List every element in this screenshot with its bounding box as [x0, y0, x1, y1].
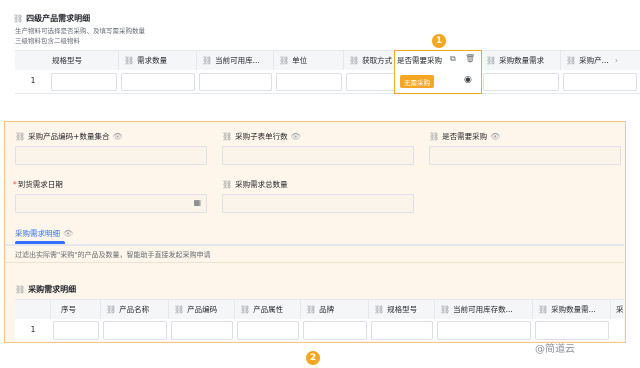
col-header-purchase-qty: ⛓ 采购数量需...: [533, 300, 611, 319]
total-qty-input[interactable]: [222, 194, 414, 213]
field-label-total-qty: ⛓ 采购需求总数量: [222, 180, 288, 189]
link-icon: ⛓: [222, 132, 233, 141]
col-header-product-name: ⛓ 产品名称: [101, 300, 169, 319]
col-header-stock: ⛓ 当前可用库...: [197, 51, 274, 70]
link-icon: ⛓: [106, 305, 117, 314]
cell-purchase-product[interactable]: [563, 73, 637, 91]
chevron-right-icon[interactable]: ›: [615, 56, 618, 65]
subtable-header-row: 序号 ⛓ 产品名称 ⛓ 产品编码 ⛓ 产品属性 ⛓ 品牌 ⛓ 规格型号 ⛓ 当前可用库存数.…: [15, 300, 624, 319]
link-icon: ⛓: [240, 305, 251, 314]
col-header-product-code: ⛓ 产品编码: [169, 300, 235, 319]
col-header-brand: ⛓ 品牌: [301, 300, 369, 319]
index-header: [15, 51, 51, 70]
col-header-cut: 采: [616, 305, 624, 314]
subtable-header: ⛓ 采购需求明细: [15, 284, 76, 295]
cell-brand[interactable]: [303, 321, 367, 340]
cell-unit[interactable]: [276, 73, 342, 91]
field-label-subtable-rows: ⛓ 采购子表单行数 👁: [222, 132, 301, 141]
link-icon: ⛓: [222, 180, 233, 189]
field-label-arrival-date: * 到货需求日期: [13, 180, 63, 189]
product-table: 规格型号 ⛓需求数量 ⛓当前可用库... ⛓单位 ⛓获取方式 是否需要采购 ⛓采…: [15, 50, 640, 94]
copy-icon[interactable]: ⧉: [450, 54, 456, 64]
link-icon: ⛓: [349, 56, 360, 65]
field-label-need-purchase: ⛓ 是否需要采购 👁: [429, 132, 501, 141]
no-purchase-tag[interactable]: 无需采购: [400, 75, 434, 88]
tab-purchase-detail[interactable]: 采购需求明细 👁: [15, 228, 73, 239]
col-header-spec: ⛓ 规格型号: [369, 300, 435, 319]
table-row: 1: [15, 70, 640, 95]
link-icon: ⛓: [279, 56, 290, 65]
eye-icon[interactable]: 👁: [291, 132, 301, 141]
section-title: 四级产品需求明细: [26, 14, 91, 23]
link-icon: ⛓: [538, 305, 549, 314]
cell-purchase-qty[interactable]: [483, 73, 559, 91]
link-icon: ⛓: [486, 56, 497, 65]
section-header: ⛓ 四级产品需求明细: [13, 13, 90, 24]
hint-line-1: 生产物料可选择是否采购、及填写需采购数量: [15, 27, 145, 35]
link-icon: ⛓: [15, 285, 26, 294]
cell-product-code[interactable]: [171, 321, 233, 340]
cell-purchase-qty[interactable]: [535, 321, 609, 340]
purchase-subtable: 序号 ⛓ 产品名称 ⛓ 产品编码 ⛓ 产品属性 ⛓ 品牌 ⛓ 规格型号 ⛓ 当前可用库存数.…: [15, 299, 624, 341]
row-index: 1: [30, 325, 36, 334]
link-icon: ⛓: [202, 56, 213, 65]
col-header-spec: 规格型号: [49, 51, 119, 70]
link-icon: ⛓: [440, 305, 451, 314]
required-mark: *: [13, 180, 17, 189]
table-header: 规格型号 ⛓需求数量 ⛓当前可用库... ⛓单位 ⛓获取方式 是否需要采购 ⛓采…: [15, 51, 640, 70]
form-area: ⛓ 采购产品编码+数量集合 👁 ⛓ 采购子表单行数 👁 ⛓ 是否需要采购 👁 * 到货需求日期…: [4, 121, 626, 343]
index-header: [15, 300, 51, 319]
cell-spec[interactable]: [371, 321, 433, 340]
description-text: 过滤出实际需"采购"的产品及数量，智能助手直接发起采购申请: [15, 251, 211, 259]
hint-line-2: 三级物料包含二级物料: [15, 37, 80, 45]
eye-icon[interactable]: 👁: [63, 229, 73, 238]
link-icon: ⛓: [306, 305, 317, 314]
link-icon: ⛓: [374, 305, 385, 314]
cell-product-attr[interactable]: [237, 321, 299, 340]
row-index: 1: [30, 76, 36, 85]
tab-divider: [5, 244, 624, 246]
top-section: ⛓ 四级产品需求明细 生产物料可选择是否采购、及填写需采购数量 三级物料包含二级…: [0, 0, 640, 100]
link-icon: ⛓: [174, 305, 185, 314]
cell-stock[interactable]: [199, 73, 272, 91]
link-icon: ⛓: [13, 14, 24, 23]
watermark: @简道云: [535, 344, 575, 355]
col-header-unit: ⛓ 单位: [274, 51, 344, 70]
delete-icon[interactable]: 🗑: [465, 54, 475, 63]
arrival-date-input[interactable]: ▦: [15, 194, 207, 213]
col-header-current-stock: ⛓ 当前可用库存数...: [435, 300, 533, 319]
col-header-seq: 序号: [51, 300, 101, 319]
radio-selected-icon[interactable]: ◉: [464, 75, 472, 85]
eye-icon[interactable]: 👁: [490, 132, 500, 141]
cell-spec[interactable]: [51, 73, 117, 91]
cell-demand-qty[interactable]: [121, 73, 195, 91]
link-icon: ⛓: [429, 132, 440, 141]
eye-icon[interactable]: 👁: [112, 132, 122, 141]
link-icon: ⛓: [566, 56, 577, 65]
link-icon: ⛓: [124, 56, 135, 65]
subtable-rows-input[interactable]: [222, 146, 414, 165]
need-purchase-input[interactable]: [429, 146, 621, 165]
col-header-demand-qty: ⛓ 需求数量: [119, 51, 197, 70]
cell-product-name[interactable]: [103, 321, 167, 340]
selected-column[interactable]: 是否需要采购 ⧉ 🗑 无需采购 ◉: [394, 50, 482, 94]
selected-column-title: 是否需要采购: [397, 56, 442, 65]
col-header-product-attr: ⛓ 产品属性: [235, 300, 301, 319]
field-label-product-codes: ⛓ 采购产品编码+数量集合 👁: [15, 132, 123, 141]
calendar-icon[interactable]: ▦: [193, 198, 201, 207]
cell-seq[interactable]: [53, 321, 99, 340]
product-codes-input[interactable]: [15, 146, 207, 165]
table-row: 1: [15, 319, 624, 342]
divider: [5, 262, 624, 263]
col-header-purchase-product: ⛓ 采购产... ›: [566, 56, 618, 65]
link-icon: ⛓: [15, 132, 26, 141]
step-badge-2: 2: [306, 351, 320, 365]
cell-current-stock[interactable]: [437, 321, 531, 340]
subtable-title: 采购需求明细: [28, 285, 77, 294]
step-badge-1: 1: [432, 34, 446, 48]
col-header-purchase-qty: ⛓ 采购数量需求: [481, 51, 561, 70]
